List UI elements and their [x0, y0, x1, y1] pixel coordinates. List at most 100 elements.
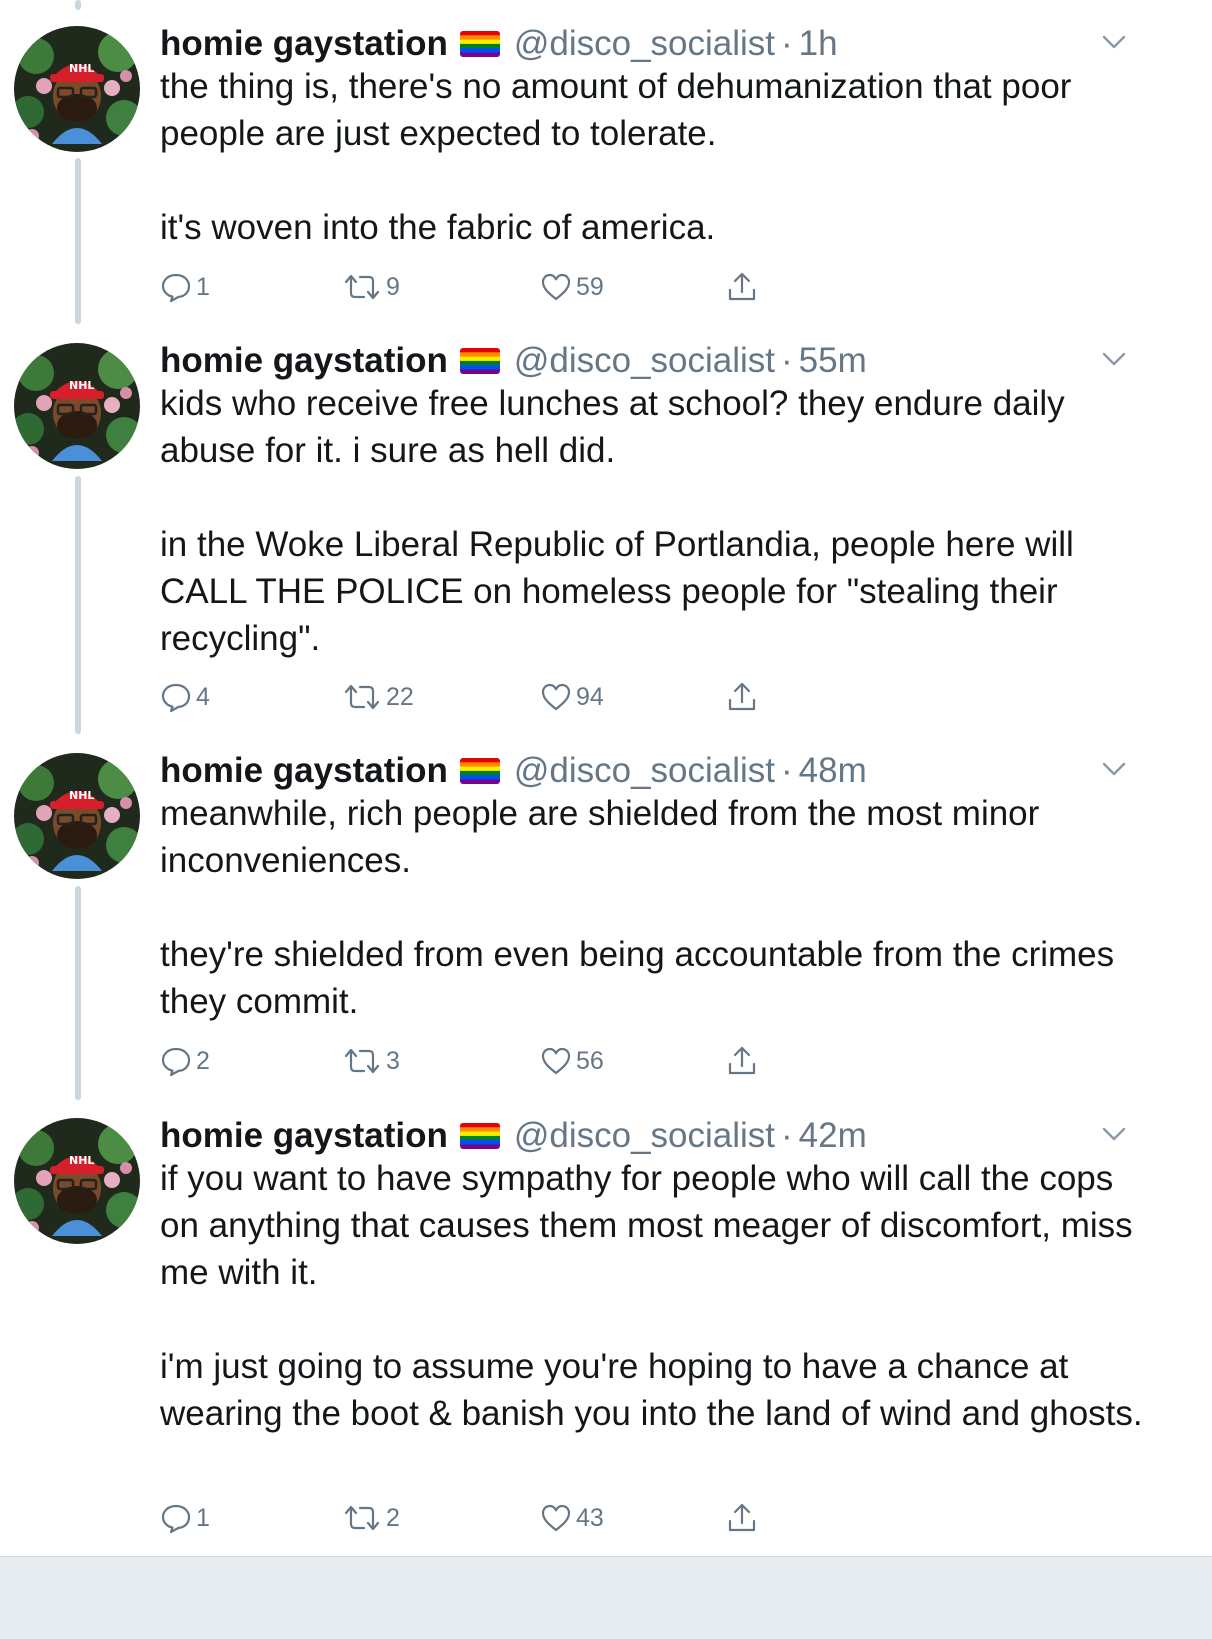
tweet-header: homie gaystation @disco_socialist · 1h: [160, 22, 838, 66]
reply-button[interactable]: 1: [160, 270, 210, 304]
tweet-actions: 1 9 59: [160, 270, 800, 304]
tweet-text: kids who receive free lunches at school?…: [160, 380, 1150, 662]
rainbow-flag-icon: [459, 758, 500, 784]
speech-bubble-icon: [161, 1047, 191, 1077]
display-name[interactable]: homie gaystation: [160, 751, 448, 791]
user-handle[interactable]: @disco_socialist: [514, 24, 775, 64]
rainbow-flag-icon: [459, 31, 500, 57]
reply-count: 1: [196, 272, 210, 301]
tweet-actions: 2 3 56: [160, 1044, 800, 1078]
separator: ·: [781, 341, 793, 380]
tweet-paragraph: it's woven into the fabric of america.: [160, 208, 716, 247]
retweet-arrows-icon: [344, 1505, 380, 1531]
reply-count: 4: [196, 682, 210, 711]
share-upload-icon: [728, 682, 756, 711]
share-upload-icon: [728, 1503, 756, 1532]
tweet-paragraph: the thing is, there's no amount of dehum…: [160, 67, 1082, 153]
retweet-button[interactable]: 2: [342, 1501, 400, 1535]
display-name[interactable]: homie gaystation: [160, 341, 448, 381]
retweet-button[interactable]: 3: [342, 1044, 400, 1078]
tweet-text: the thing is, there's no amount of dehum…: [160, 63, 1150, 251]
timestamp[interactable]: 42m: [799, 1116, 867, 1156]
tweet-header: homie gaystation @disco_socialist · 42m: [160, 1114, 867, 1158]
retweet-count: 9: [386, 272, 400, 301]
timestamp[interactable]: 48m: [799, 751, 867, 791]
share-button[interactable]: [726, 1044, 762, 1078]
retweet-arrows-icon: [344, 274, 380, 300]
rainbow-flag-icon: [459, 1123, 500, 1149]
svg-text:NHL: NHL: [69, 379, 94, 392]
like-count: 56: [576, 1046, 604, 1075]
tweet-paragraph: i'm just going to assume you're hoping t…: [160, 1347, 1143, 1433]
thread-connector: [75, 886, 81, 1100]
like-button[interactable]: 59: [540, 270, 604, 304]
like-button[interactable]: 43: [540, 1501, 604, 1535]
rainbow-flag-icon: [459, 348, 500, 374]
thread-connector: [75, 0, 81, 10]
share-button[interactable]: [726, 680, 762, 714]
timestamp[interactable]: 55m: [799, 341, 867, 381]
display-name[interactable]: homie gaystation: [160, 1116, 448, 1156]
timestamp[interactable]: 1h: [799, 24, 838, 64]
heart-outline-icon: [541, 683, 571, 711]
heart-outline-icon: [541, 273, 571, 301]
share-upload-icon: [728, 272, 756, 301]
reply-count: 1: [196, 1503, 210, 1532]
speech-bubble-icon: [161, 273, 191, 303]
like-count: 59: [576, 272, 604, 301]
share-button[interactable]: [726, 270, 762, 304]
avatar[interactable]: NHL: [14, 1118, 140, 1244]
svg-text:NHL: NHL: [69, 1154, 94, 1167]
bottom-divider-bar: [0, 1556, 1212, 1639]
avatar[interactable]: NHL: [14, 26, 140, 152]
retweet-count: 3: [386, 1046, 400, 1075]
like-count: 43: [576, 1503, 604, 1532]
heart-outline-icon: [541, 1504, 571, 1532]
separator: ·: [781, 751, 793, 790]
separator: ·: [781, 1116, 793, 1155]
like-count: 94: [576, 682, 604, 711]
thread-connector: [75, 158, 81, 324]
retweet-count: 2: [386, 1503, 400, 1532]
svg-text:NHL: NHL: [69, 62, 94, 75]
tweet-paragraph: kids who receive free lunches at school?…: [160, 384, 1075, 470]
separator: ·: [781, 24, 793, 63]
share-button[interactable]: [726, 1501, 762, 1535]
retweet-button[interactable]: 9: [342, 270, 400, 304]
reply-count: 2: [196, 1046, 210, 1075]
tweet-header: homie gaystation @disco_socialist · 48m: [160, 749, 867, 793]
reply-button[interactable]: 2: [160, 1044, 210, 1078]
svg-text:NHL: NHL: [69, 789, 94, 802]
chevron-down-icon[interactable]: [1102, 761, 1126, 777]
reply-button[interactable]: 4: [160, 680, 210, 714]
tweet-paragraph: they're shielded from even being account…: [160, 935, 1124, 1021]
tweet-paragraph: if you want to have sympathy for people …: [160, 1159, 1143, 1292]
retweet-arrows-icon: [344, 684, 380, 710]
speech-bubble-icon: [161, 1504, 191, 1534]
share-upload-icon: [728, 1046, 756, 1075]
retweet-arrows-icon: [344, 1048, 380, 1074]
user-handle[interactable]: @disco_socialist: [514, 751, 775, 791]
tweet-text: meanwhile, rich people are shielded from…: [160, 790, 1150, 1025]
tweet-paragraph: meanwhile, rich people are shielded from…: [160, 794, 1050, 880]
like-button[interactable]: 94: [540, 680, 604, 714]
chevron-down-icon[interactable]: [1102, 34, 1126, 50]
avatar[interactable]: NHL: [14, 343, 140, 469]
user-handle[interactable]: @disco_socialist: [514, 341, 775, 381]
tweet-header: homie gaystation @disco_socialist · 55m: [160, 339, 867, 383]
tweet-actions: 4 22 94: [160, 680, 800, 714]
retweet-button[interactable]: 22: [342, 680, 414, 714]
display-name[interactable]: homie gaystation: [160, 24, 448, 64]
user-handle[interactable]: @disco_socialist: [514, 1116, 775, 1156]
heart-outline-icon: [541, 1047, 571, 1075]
tweet-paragraph: in the Woke Liberal Republic of Portland…: [160, 525, 1084, 658]
tweet-actions: 1 2 43: [160, 1501, 800, 1535]
chevron-down-icon[interactable]: [1102, 351, 1126, 367]
chevron-down-icon[interactable]: [1102, 1126, 1126, 1142]
speech-bubble-icon: [161, 683, 191, 713]
thread-connector: [75, 476, 81, 734]
reply-button[interactable]: 1: [160, 1501, 210, 1535]
avatar[interactable]: NHL: [14, 753, 140, 879]
like-button[interactable]: 56: [540, 1044, 604, 1078]
retweet-count: 22: [386, 682, 414, 711]
